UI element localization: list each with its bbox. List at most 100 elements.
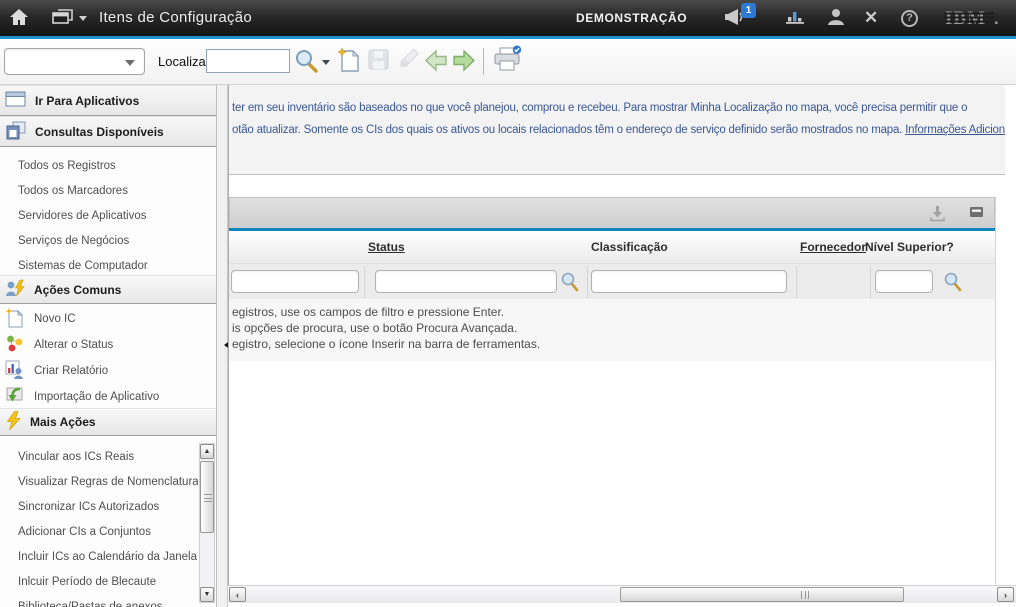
minimize-button[interactable] xyxy=(969,206,984,221)
reports-button[interactable] xyxy=(784,0,806,36)
new-document-icon xyxy=(337,63,362,77)
new-document-icon xyxy=(5,308,24,331)
search-button[interactable] xyxy=(294,48,319,77)
column-header-top-level[interactable]: Nível Superior? xyxy=(865,240,954,254)
hint-line: is opções de procura, use o botão Procur… xyxy=(232,321,517,335)
profile-button[interactable] xyxy=(826,0,846,36)
sidebar-scrollbar[interactable]: ▲ ▼ xyxy=(199,443,215,603)
action-create-report[interactable]: Criar Relatório xyxy=(0,358,216,384)
action-new-ci[interactable]: Novo IC xyxy=(0,306,216,332)
search-options-caret[interactable] xyxy=(322,60,330,69)
ibm-logo: IBM xyxy=(944,0,1002,36)
filter-input-classification[interactable] xyxy=(591,270,787,293)
action-label: Alterar o Status xyxy=(34,339,113,351)
more-action-item[interactable]: Adicionar CIs a Conjuntos xyxy=(0,519,198,544)
query-item[interactable]: Serviços de Negócios xyxy=(0,228,216,253)
section-title: Consultas Disponíveis xyxy=(35,125,164,139)
filter-input-status[interactable] xyxy=(375,270,557,293)
more-action-item[interactable]: Sincronizar ICs Autorizados xyxy=(0,494,198,519)
table-title-bar xyxy=(229,197,995,228)
more-action-item[interactable]: Inlcuir Período de Blecaute xyxy=(0,569,198,594)
more-action-item[interactable]: Incluir ICs ao Calendário da Janela de..… xyxy=(0,544,198,569)
person-icon xyxy=(826,7,846,29)
intro-message: ter em seu inventário são baseados no qu… xyxy=(229,85,1005,175)
notification-badge: 1 xyxy=(741,3,756,18)
find-input[interactable] xyxy=(206,49,290,73)
toolbar-separator xyxy=(483,48,484,75)
query-item[interactable]: Servidores de Aplicativos xyxy=(0,203,216,228)
filter-input-id[interactable] xyxy=(231,270,359,293)
previous-record-button[interactable] xyxy=(424,49,448,75)
next-record-button[interactable] xyxy=(452,49,476,75)
action-label: Criar Relatório xyxy=(34,365,108,377)
column-header-vendor[interactable]: Fornecedor xyxy=(800,240,866,254)
filter-input-top-level[interactable] xyxy=(875,270,933,293)
status-dots-icon xyxy=(5,334,24,356)
action-change-status[interactable]: Alterar o Status xyxy=(0,332,216,358)
scroll-left-button[interactable]: ‹ xyxy=(229,587,246,602)
save-icon xyxy=(366,61,391,75)
new-record-button[interactable] xyxy=(337,47,362,77)
print-button[interactable] xyxy=(492,45,522,77)
sidebar-section-queries[interactable]: Consultas Disponíveis xyxy=(0,116,216,147)
table-filter-row xyxy=(229,263,995,299)
query-select[interactable] xyxy=(4,48,145,75)
table-header-row: Status Classificação Fornecedor Nível Su… xyxy=(229,231,995,263)
scrollbar-thumb[interactable] xyxy=(200,461,214,533)
scroll-down-button[interactable]: ▼ xyxy=(200,587,214,602)
column-header-classification[interactable]: Classificação xyxy=(591,240,668,254)
thumb-grip xyxy=(801,591,809,599)
more-actions-list: Vincular aos ICs Reais Visualizar Regras… xyxy=(0,436,216,607)
scroll-up-button[interactable]: ▲ xyxy=(200,444,214,459)
app-switcher-button[interactable] xyxy=(52,0,87,36)
logout-button[interactable]: ✕ xyxy=(864,0,878,36)
hint-line: egistro, selecione o ícone Inserir na ba… xyxy=(232,337,540,351)
close-icon: ✕ xyxy=(864,8,878,28)
additional-info-link[interactable]: Informações Adicionais xyxy=(905,124,1005,136)
home-button[interactable] xyxy=(8,0,30,36)
column-header-status[interactable]: Status xyxy=(368,240,405,254)
more-action-item[interactable]: Visualizar Regras de Nomenclatura xyxy=(0,469,198,494)
query-item[interactable]: Todos os Registros xyxy=(0,153,216,178)
hint-line: egistros, use os campos de filtro e pres… xyxy=(232,305,504,319)
home-icon xyxy=(8,7,30,30)
thumb-grip xyxy=(204,494,212,502)
query-item[interactable]: Todos os Marcadores xyxy=(0,178,216,203)
cell-divider xyxy=(364,266,365,298)
common-actions-list: Novo IC Alterar o Status xyxy=(0,304,216,408)
filter-top-level-lookup[interactable] xyxy=(943,271,962,295)
more-action-item[interactable]: Biblioteca/Pastas de anexos xyxy=(0,594,198,607)
save-button[interactable] xyxy=(366,47,391,75)
table-hints: egistros, use os campos de filtro e pres… xyxy=(229,299,995,361)
sidebar: Ir Para Aplicativos Consultas Disponívei… xyxy=(0,85,217,607)
arrow-left-icon xyxy=(424,61,448,75)
available-queries-list: Todos os Registros Todos os Marcadores S… xyxy=(0,147,216,275)
scrollbar-thumb[interactable] xyxy=(620,587,904,602)
bar-chart-icon xyxy=(784,8,806,28)
filter-status-lookup[interactable] xyxy=(560,271,579,295)
help-icon: ? xyxy=(901,10,918,27)
main-panel: ter em seu inventário são baseados no qu… xyxy=(228,85,1016,607)
chevron-down-icon xyxy=(125,60,135,71)
sidebar-section-go-to[interactable]: Ir Para Aplicativos xyxy=(0,85,216,116)
panel-border xyxy=(995,197,996,585)
sidebar-section-common-actions[interactable]: Ações Comuns xyxy=(0,275,216,304)
section-title: Ir Para Aplicativos xyxy=(35,94,139,108)
application-window: Itens de Configuração DEMONSTRAÇÃO 1 xyxy=(0,0,1016,607)
magnifier-icon xyxy=(294,63,319,77)
horizontal-scrollbar[interactable]: ‹ › xyxy=(228,585,1016,603)
printer-icon xyxy=(492,63,522,77)
help-button[interactable]: ? xyxy=(901,0,918,36)
clear-changes-button[interactable] xyxy=(396,47,421,75)
eraser-icon xyxy=(396,61,421,75)
sidebar-section-more-actions[interactable]: Mais Ações xyxy=(0,408,216,436)
more-action-item[interactable]: Vincular aos ICs Reais xyxy=(0,444,198,469)
chevron-down-icon xyxy=(79,16,87,25)
download-icon xyxy=(929,211,946,225)
action-label: Novo IC xyxy=(34,313,76,325)
scroll-right-button[interactable]: › xyxy=(997,587,1014,602)
download-button[interactable] xyxy=(929,205,946,225)
action-application-import[interactable]: Importação de Aplicativo xyxy=(0,384,216,410)
cell-divider xyxy=(870,266,871,298)
person-lightning-icon xyxy=(5,279,26,301)
